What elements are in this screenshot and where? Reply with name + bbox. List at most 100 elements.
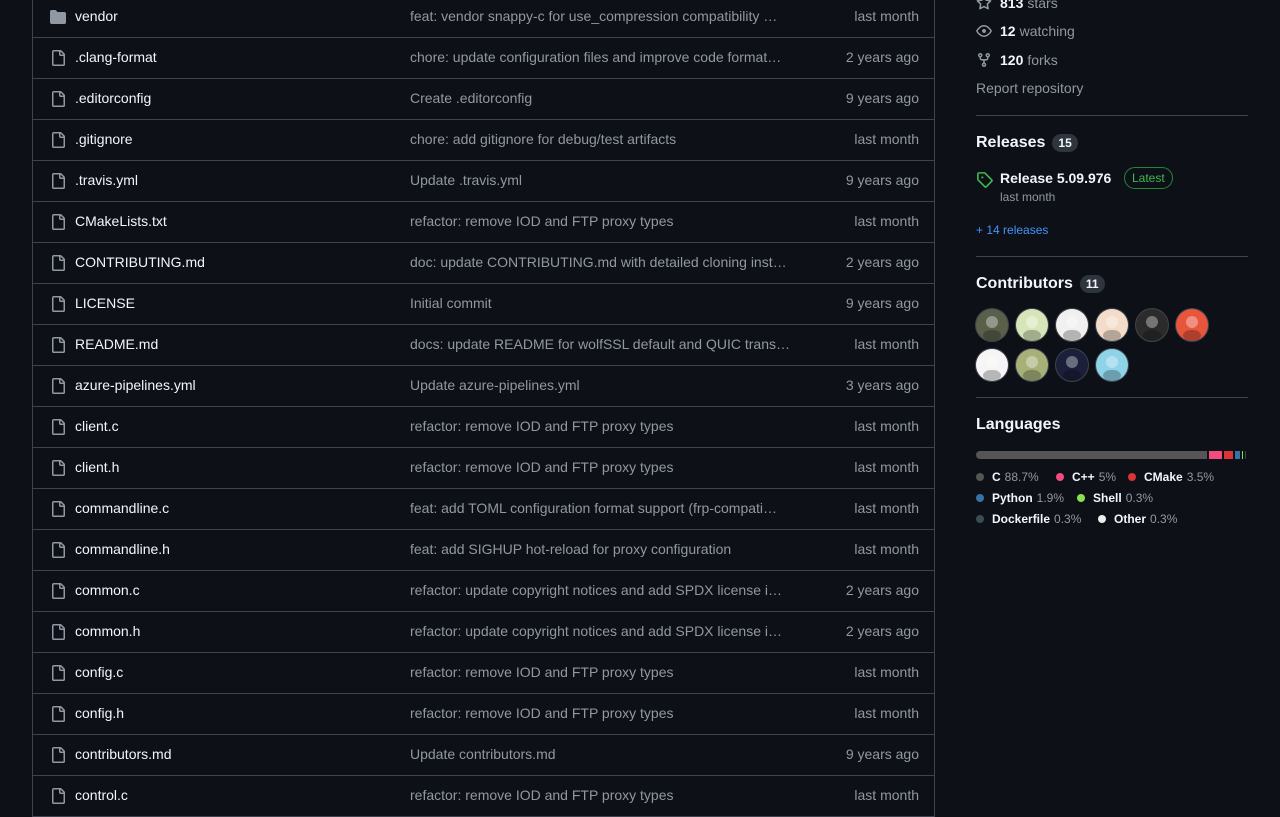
commit-message-link[interactable]: feat: add SIGHUP hot-reload for proxy co… (410, 541, 800, 557)
forks-link[interactable]: 120 forks (976, 50, 1058, 70)
file-name-link[interactable]: .editorconfig (75, 90, 151, 106)
file-name-link[interactable]: CONTRIBUTING.md (75, 254, 205, 270)
file-name-link[interactable]: azure-pipelines.yml (75, 377, 196, 393)
contributor-avatar-1[interactable] (976, 309, 1008, 341)
contributor-avatar-9[interactable] (1056, 349, 1088, 381)
file-row[interactable]: azure-pipelines.yml Update azure-pipeline… (33, 366, 934, 407)
star-icon (976, 0, 992, 11)
file-name-link[interactable]: .clang-format (75, 49, 157, 65)
file-row[interactable]: contributors.mdUpdate contributors.md9 y… (33, 735, 934, 776)
contributor-avatar-7[interactable] (976, 349, 1008, 381)
file-name-link[interactable]: LICENSE (75, 295, 135, 311)
file-row[interactable]: common.h refactor: update copyright notic… (33, 612, 934, 653)
file-row[interactable]: common.c refactor: update copyright notic… (33, 571, 934, 612)
sidebar-divider (976, 256, 1248, 257)
forks-count: 120 (1000, 52, 1023, 68)
language-item[interactable]: CMake3.5% (1128, 470, 1214, 484)
commit-message-link[interactable]: chore: update configuration files and im… (410, 49, 800, 65)
commit-message-link[interactable]: feat: vendor snappy-c for use_compressio… (410, 8, 800, 24)
file-row[interactable]: vendor feat: vendor snappy-c for use_comp… (33, 0, 934, 38)
releases-count: 15 (1052, 134, 1077, 152)
file-name-link[interactable]: .travis.yml (75, 172, 138, 188)
commit-message-link[interactable]: Initial commit (410, 295, 800, 311)
contributor-avatar-6[interactable] (1176, 309, 1208, 341)
file-row[interactable]: config.c refactor: remove IOD and FTP pro… (33, 653, 934, 694)
file-name-link[interactable]: control.c (75, 787, 128, 803)
file-row[interactable]: commandline.h feat: add SIGHUP hot-reload… (33, 530, 934, 571)
file-name-link[interactable]: common.c (75, 582, 140, 598)
commit-date: last month (854, 705, 919, 721)
contributor-avatar-10[interactable] (1096, 349, 1128, 381)
file-row[interactable]: .gitignore chore: add gitignore for debug… (33, 120, 934, 161)
commit-message-link[interactable]: refactor: remove IOD and FTP proxy types (410, 213, 800, 229)
latest-release-link[interactable]: Release 5.09.976 (1000, 170, 1111, 186)
file-row[interactable]: commandline.c feat: add TOML configuratio… (33, 489, 934, 530)
commit-message-link[interactable]: Update .travis.yml (410, 172, 800, 188)
commit-message-link[interactable]: chore: add gitignore for debug/test arti… (410, 131, 800, 147)
commit-date: 2 years ago (846, 623, 919, 639)
commit-message-link[interactable]: refactor: remove IOD and FTP proxy types (410, 418, 800, 434)
language-item[interactable]: C88.7% (976, 470, 1039, 484)
contributor-avatar-2[interactable] (1016, 309, 1048, 341)
avatar-image (1176, 309, 1208, 341)
file-icon (50, 296, 66, 312)
file-icon (50, 788, 66, 804)
language-item[interactable]: Shell0.3% (1077, 491, 1153, 505)
commit-message-link[interactable]: refactor: remove IOD and FTP proxy types (410, 787, 800, 803)
file-row[interactable]: LICENSEInitial commit9 years ago (33, 284, 934, 325)
file-name-link[interactable]: config.c (75, 664, 123, 680)
file-row[interactable]: client.c refactor: remove IOD and FTP pro… (33, 407, 934, 448)
file-row[interactable]: .clang-format chore: update configuration… (33, 38, 934, 79)
commit-date: last month (854, 418, 919, 434)
language-item[interactable]: Other0.3% (1098, 512, 1177, 526)
file-name-link[interactable]: config.h (75, 705, 124, 721)
file-name-link[interactable]: vendor (75, 8, 118, 24)
file-name-link[interactable]: client.c (75, 418, 119, 434)
file-name-link[interactable]: .gitignore (75, 131, 133, 147)
file-row[interactable]: .editorconfigCreate .editorconfig9 years… (33, 79, 934, 120)
file-name-link[interactable]: common.h (75, 623, 140, 639)
commit-message-link[interactable]: Create .editorconfig (410, 90, 800, 106)
commit-message-link[interactable]: feat: add TOML configuration format supp… (410, 500, 800, 516)
releases-heading[interactable]: Releases 15 (976, 134, 1078, 152)
contributor-avatar-4[interactable] (1096, 309, 1128, 341)
commit-message-link[interactable]: refactor: update copyright notices and a… (410, 623, 800, 639)
file-name-link[interactable]: commandline.c (75, 500, 169, 516)
file-row[interactable]: CONTRIBUTING.md doc: update CONTRIBUTING.… (33, 243, 934, 284)
language-name: Other (1114, 512, 1146, 526)
commit-message-link[interactable]: docs: update README for wolfSSL default … (410, 336, 800, 352)
file-row[interactable]: config.h refactor: remove IOD and FTP pro… (33, 694, 934, 735)
file-name-link[interactable]: commandline.h (75, 541, 170, 557)
file-name-link[interactable]: contributors.md (75, 746, 171, 762)
file-row[interactable]: control.c refactor: remove IOD and FTP pr… (33, 776, 934, 817)
file-name-link[interactable]: README.md (75, 336, 158, 352)
file-row[interactable]: CMakeLists.txt refactor: remove IOD and F… (33, 202, 934, 243)
commit-message-link[interactable]: Update azure-pipelines.yml (410, 377, 800, 393)
avatar-image (1136, 309, 1168, 341)
language-item[interactable]: Dockerfile0.3% (976, 512, 1081, 526)
commit-message-link[interactable]: refactor: update copyright notices and a… (410, 582, 800, 598)
file-row[interactable]: README.md docs: update README for wolfSSL… (33, 325, 934, 366)
contributor-avatar-5[interactable] (1136, 309, 1168, 341)
commit-message-link[interactable]: refactor: remove IOD and FTP proxy types (410, 459, 800, 475)
contributor-avatar-8[interactable] (1016, 349, 1048, 381)
file-name-link[interactable]: client.h (75, 459, 119, 475)
file-name-link[interactable]: CMakeLists.txt (75, 213, 167, 229)
contributor-avatar-3[interactable] (1056, 309, 1088, 341)
commit-message-link[interactable]: Update contributors.md (410, 746, 800, 762)
stars-link[interactable]: 813 stars (976, 0, 1058, 13)
file-row[interactable]: .travis.ymlUpdate .travis.yml9 years ago (33, 161, 934, 202)
commit-message-link[interactable]: doc: update CONTRIBUTING.md with detaile… (410, 254, 800, 270)
report-repository-link[interactable]: Report repository (976, 80, 1083, 96)
commit-date: last month (854, 664, 919, 680)
commit-message-link[interactable]: refactor: remove IOD and FTP proxy types (410, 664, 800, 680)
language-item[interactable]: C++5% (1056, 470, 1116, 484)
more-releases-link[interactable]: + 14 releases (976, 223, 1048, 237)
commit-message-link[interactable]: refactor: remove IOD and FTP proxy types (410, 705, 800, 721)
watching-link[interactable]: 12 watching (976, 21, 1075, 41)
contributors-heading[interactable]: Contributors 11 (976, 275, 1105, 293)
file-row[interactable]: client.h refactor: remove IOD and FTP pro… (33, 448, 934, 489)
language-percent: 5% (1099, 470, 1116, 484)
file-icon (50, 132, 66, 148)
language-item[interactable]: Python1.9% (976, 491, 1064, 505)
